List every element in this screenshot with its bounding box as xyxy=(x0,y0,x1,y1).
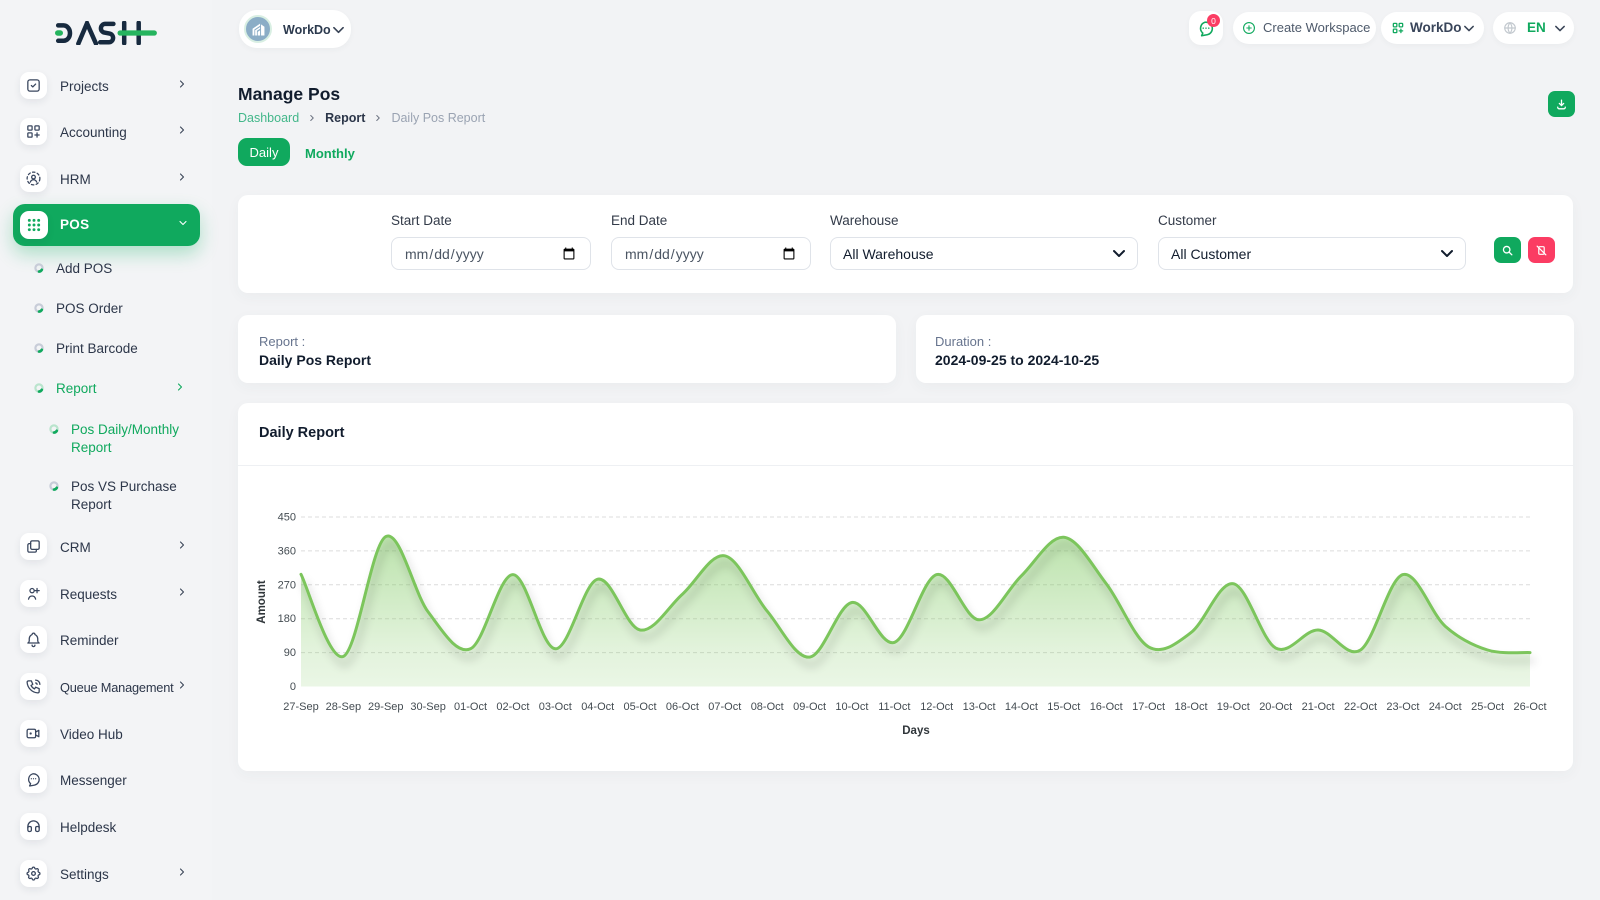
svg-text:12-Oct: 12-Oct xyxy=(920,701,953,713)
svg-text:14-Oct: 14-Oct xyxy=(1005,701,1038,713)
svg-text:13-Oct: 13-Oct xyxy=(963,701,996,713)
svg-text:06-Oct: 06-Oct xyxy=(666,701,699,713)
svg-text:27-Sep: 27-Sep xyxy=(283,701,318,713)
svg-text:21-Oct: 21-Oct xyxy=(1302,701,1335,713)
svg-text:270: 270 xyxy=(278,579,296,591)
svg-text:22-Oct: 22-Oct xyxy=(1344,701,1377,713)
svg-text:16-Oct: 16-Oct xyxy=(1090,701,1123,713)
svg-text:04-Oct: 04-Oct xyxy=(581,701,614,713)
svg-text:24-Oct: 24-Oct xyxy=(1429,701,1462,713)
svg-text:17-Oct: 17-Oct xyxy=(1132,701,1165,713)
svg-text:Days: Days xyxy=(902,725,930,737)
svg-text:26-Oct: 26-Oct xyxy=(1513,701,1546,713)
svg-text:25-Oct: 25-Oct xyxy=(1471,701,1504,713)
svg-text:180: 180 xyxy=(278,613,296,625)
svg-text:02-Oct: 02-Oct xyxy=(496,701,529,713)
svg-text:30-Sep: 30-Sep xyxy=(410,701,445,713)
svg-text:08-Oct: 08-Oct xyxy=(751,701,784,713)
svg-text:Amount: Amount xyxy=(256,580,268,624)
svg-text:23-Oct: 23-Oct xyxy=(1386,701,1419,713)
svg-text:07-Oct: 07-Oct xyxy=(708,701,741,713)
svg-text:360: 360 xyxy=(278,545,296,557)
svg-text:18-Oct: 18-Oct xyxy=(1174,701,1207,713)
svg-text:90: 90 xyxy=(284,647,296,659)
svg-text:03-Oct: 03-Oct xyxy=(539,701,572,713)
svg-text:19-Oct: 19-Oct xyxy=(1217,701,1250,713)
svg-text:15-Oct: 15-Oct xyxy=(1047,701,1080,713)
svg-text:01-Oct: 01-Oct xyxy=(454,701,487,713)
svg-text:0: 0 xyxy=(290,681,296,693)
svg-text:11-Oct: 11-Oct xyxy=(878,701,910,713)
svg-text:09-Oct: 09-Oct xyxy=(793,701,826,713)
svg-text:20-Oct: 20-Oct xyxy=(1259,701,1292,713)
svg-text:28-Sep: 28-Sep xyxy=(326,701,361,713)
svg-text:05-Oct: 05-Oct xyxy=(623,701,656,713)
svg-text:10-Oct: 10-Oct xyxy=(835,701,868,713)
svg-text:450: 450 xyxy=(278,512,296,524)
svg-text:29-Sep: 29-Sep xyxy=(368,701,403,713)
